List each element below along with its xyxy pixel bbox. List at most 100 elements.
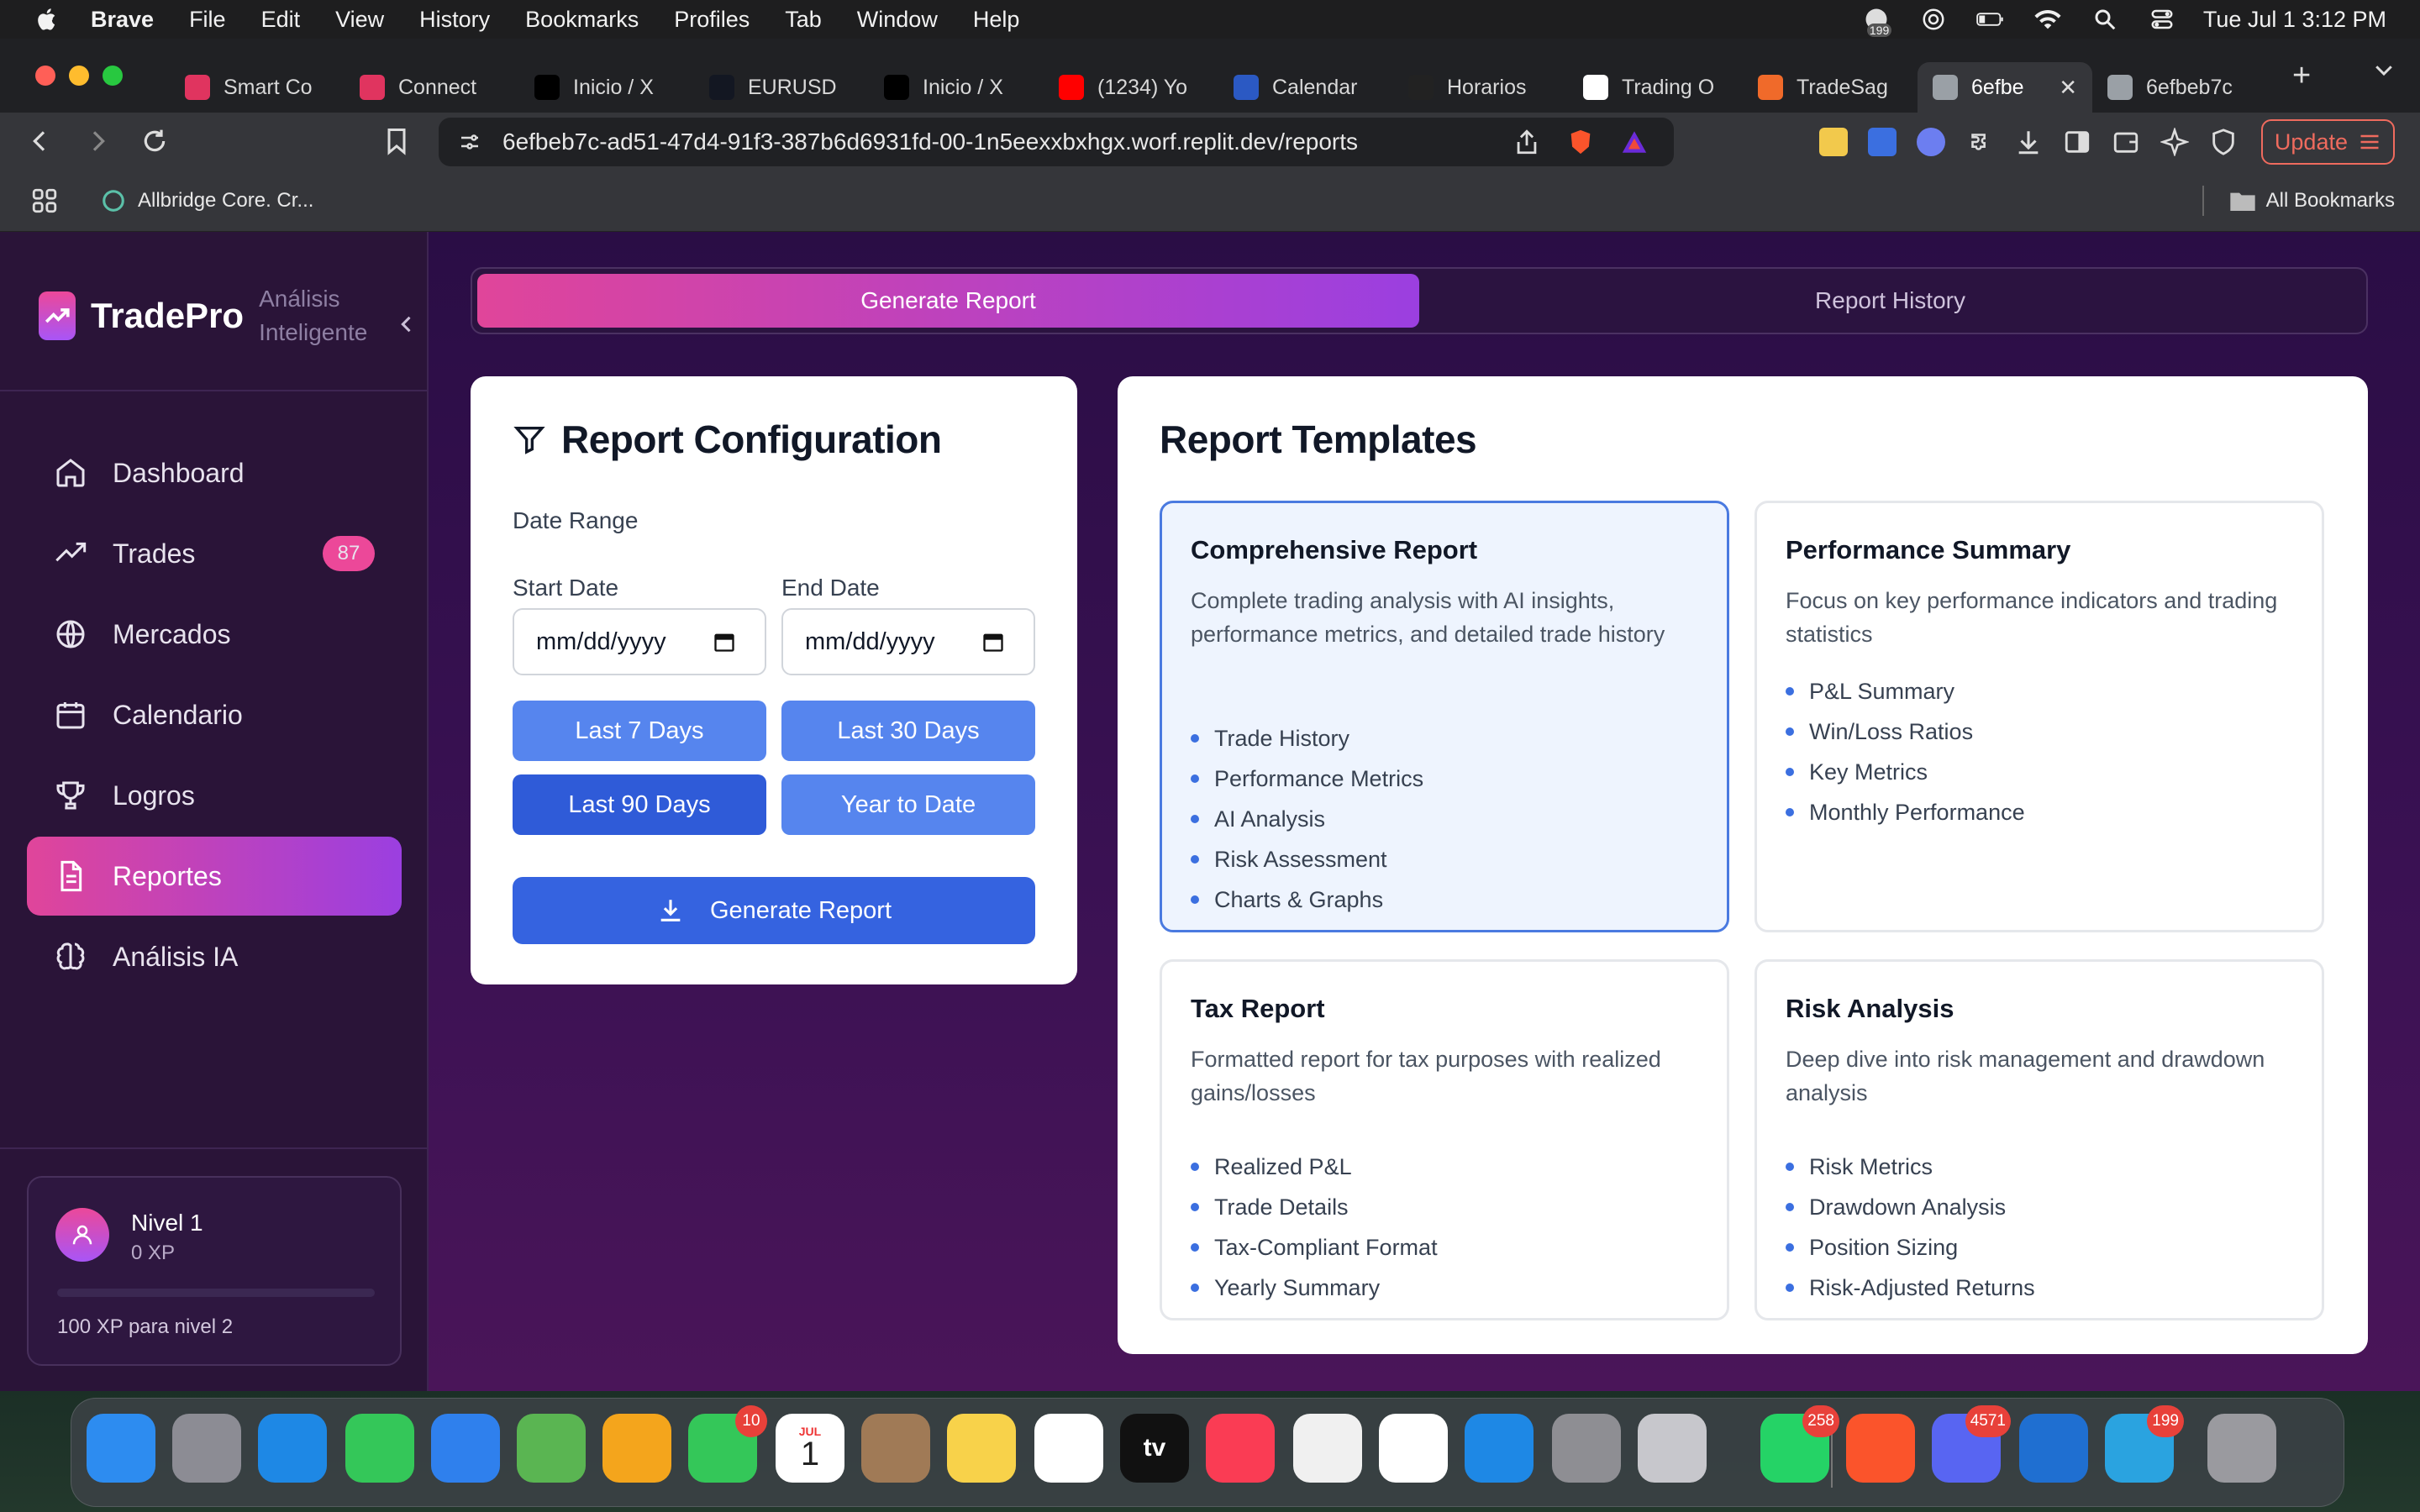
wallet-icon[interactable] <box>2112 128 2140 156</box>
iphone-mirroring-icon[interactable] <box>1638 1414 1707 1483</box>
sidebar-item-calendario[interactable]: Calendario <box>27 675 402 754</box>
browser-tab[interactable]: Smart Co <box>170 62 345 113</box>
address-bar[interactable]: 6efbeb7c-ad51-47d4-91f3-387b6d6931fd-00-… <box>439 118 1674 166</box>
downloads-icon[interactable] <box>2014 128 2043 156</box>
back-button[interactable] <box>24 124 57 158</box>
template-card[interactable]: Comprehensive Report Complete trading ana… <box>1160 501 1729 932</box>
browser-tab[interactable]: EURUSD <box>694 62 869 113</box>
menu-app-name[interactable]: Brave <box>91 7 154 33</box>
maps-icon[interactable] <box>517 1414 586 1483</box>
browser-tab[interactable]: Calendar <box>1218 62 1393 113</box>
menu-clock[interactable]: Tue Jul 1 3:12 PM <box>2203 7 2386 33</box>
brave-shields-icon[interactable] <box>1566 128 1595 156</box>
sidebar-item-reportes[interactable]: Reportes <box>27 837 402 916</box>
apple-logo-icon[interactable] <box>35 7 60 32</box>
close-window-button[interactable] <box>35 66 55 86</box>
extension-3-icon[interactable] <box>1916 128 1945 156</box>
leo-ai-icon[interactable] <box>2160 128 2189 156</box>
calendar-picker-icon[interactable] <box>713 630 736 654</box>
apps-grid-icon[interactable] <box>30 186 59 215</box>
template-card[interactable]: Performance Summary Focus on key performa… <box>1754 501 2324 932</box>
sidebar-item-mercados[interactable]: Mercados <box>27 595 402 674</box>
extension-1-icon[interactable] <box>1818 128 1848 156</box>
extensions-puzzle-icon[interactable] <box>1965 128 1994 156</box>
reminders-icon[interactable] <box>1379 1414 1448 1483</box>
new-tab-button[interactable]: + <box>2292 58 2311 94</box>
vpn-icon[interactable] <box>2209 128 2238 156</box>
last-90-days-button[interactable]: Last 90 Days <box>513 774 766 835</box>
menu-edit[interactable]: Edit <box>261 7 301 33</box>
system-settings-icon[interactable] <box>1552 1414 1621 1483</box>
vscode-icon[interactable] <box>2019 1414 2088 1483</box>
finder-icon[interactable] <box>87 1414 155 1483</box>
mail-icon[interactable] <box>431 1414 500 1483</box>
end-date-input[interactable]: mm/dd/yyyy <box>781 608 1035 675</box>
menu-file[interactable]: File <box>189 7 226 33</box>
chatgpt-icon[interactable] <box>1918 7 1949 32</box>
browser-tab[interactable]: Horarios <box>1393 62 1568 113</box>
share-icon[interactable] <box>1512 128 1541 156</box>
app-store-icon[interactable] <box>1465 1414 1534 1483</box>
wifi-icon[interactable] <box>2032 7 2064 32</box>
template-card[interactable]: Tax Report Formatted report for tax purpo… <box>1160 959 1729 1320</box>
battery-icon[interactable] <box>1975 7 2007 32</box>
trash-icon[interactable] <box>2207 1414 2276 1483</box>
zoom-window-button[interactable] <box>103 66 123 86</box>
menu-tab[interactable]: Tab <box>785 7 822 33</box>
collapse-sidebar-chevron-icon[interactable] <box>395 312 418 336</box>
calendar-picker-icon[interactable] <box>981 630 1005 654</box>
messages-icon[interactable] <box>345 1414 414 1483</box>
freeform-icon[interactable] <box>1034 1414 1103 1483</box>
template-card[interactable]: Risk Analysis Deep dive into risk managem… <box>1754 959 2324 1320</box>
year-to-date-button[interactable]: Year to Date <box>781 774 1035 835</box>
menu-profiles[interactable]: Profiles <box>674 7 750 33</box>
browser-tab[interactable]: Inicio / X <box>519 62 694 113</box>
launchpad-icon[interactable] <box>172 1414 241 1483</box>
sidebar-item-logros[interactable]: Logros <box>27 756 402 835</box>
bookmark-allbridge[interactable]: Allbridge Core. Cr... <box>101 188 313 213</box>
site-settings-icon[interactable] <box>457 129 482 155</box>
apple-tv-icon[interactable]: tv <box>1120 1414 1189 1483</box>
facetime-icon[interactable]: 10 <box>688 1405 767 1483</box>
notes-icon[interactable] <box>947 1414 1016 1483</box>
generate-report-button[interactable]: Generate Report <box>513 877 1035 944</box>
sidebar-item-trades[interactable]: Trades 87 <box>27 514 402 593</box>
telegram-icon[interactable]: 199 <box>2105 1405 2184 1483</box>
url-text[interactable]: 6efbeb7c-ad51-47d4-91f3-387b6d6931fd-00-… <box>502 129 1512 155</box>
news-icon[interactable] <box>1293 1414 1362 1483</box>
contacts-icon[interactable] <box>861 1414 930 1483</box>
spotlight-search-icon[interactable] <box>2089 7 2121 32</box>
level-card[interactable]: Nivel 1 0 XP 100 XP para nivel 2 <box>27 1176 402 1366</box>
sidebar-item-dashboard[interactable]: Dashboard <box>27 433 402 512</box>
brave-icon[interactable] <box>1846 1414 1915 1483</box>
tab-generate-report[interactable]: Generate Report <box>477 274 1419 328</box>
close-tab-icon[interactable]: ✕ <box>2059 75 2077 101</box>
start-date-input[interactable]: mm/dd/yyyy <box>513 608 766 675</box>
menu-window[interactable]: Window <box>857 7 938 33</box>
sidebar-item-analisis-ia[interactable]: Análisis IA <box>27 917 402 996</box>
photos-icon[interactable] <box>602 1414 671 1483</box>
browser-tab[interactable]: Connect <box>345 62 519 113</box>
music-icon[interactable] <box>1206 1414 1275 1483</box>
menu-help[interactable]: Help <box>973 7 1020 33</box>
browser-tab[interactable]: Inicio / X <box>869 62 1044 113</box>
last-7-days-button[interactable]: Last 7 Days <box>513 701 766 761</box>
browser-tab[interactable]: TradeSag <box>1743 62 1918 113</box>
update-button[interactable]: Update <box>2260 119 2395 165</box>
browser-tab[interactable]: Trading O <box>1568 62 1743 113</box>
browser-tab[interactable]: 6efbe ✕ <box>1918 62 2092 113</box>
tab-report-history[interactable]: Report History <box>1419 274 2361 328</box>
minimize-window-button[interactable] <box>69 66 89 86</box>
extension-2-icon[interactable] <box>1867 128 1897 156</box>
calendar-app-icon[interactable]: JUL 1 <box>776 1414 844 1483</box>
reload-button[interactable] <box>138 124 171 158</box>
menu-bookmarks[interactable]: Bookmarks <box>525 7 639 33</box>
whatsapp-icon[interactable]: 258 <box>1760 1405 1839 1483</box>
brand[interactable]: TradePro Análisis Inteligente <box>39 282 408 349</box>
control-center-icon[interactable] <box>2146 7 2178 32</box>
browser-tab[interactable]: (1234) Yo <box>1044 62 1218 113</box>
sidebar-toggle-icon[interactable] <box>2063 128 2091 156</box>
menu-view[interactable]: View <box>335 7 384 33</box>
bookmark-page-icon[interactable] <box>381 124 412 158</box>
brave-rewards-icon[interactable] <box>1620 128 1649 156</box>
